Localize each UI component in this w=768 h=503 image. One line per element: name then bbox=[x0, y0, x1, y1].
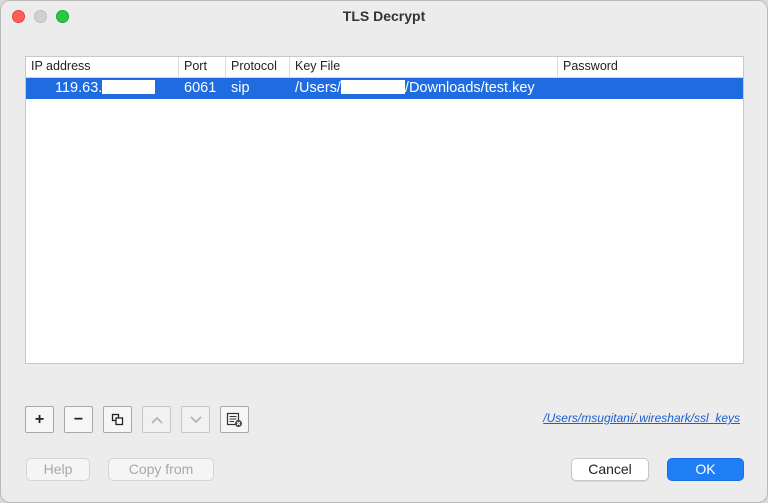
copy-from-button[interactable]: Copy from bbox=[108, 458, 214, 481]
column-header-password[interactable]: Password bbox=[558, 57, 744, 77]
column-header-key-file[interactable]: Key File bbox=[290, 57, 558, 77]
redacted-block bbox=[340, 80, 405, 95]
keylog-file-link[interactable]: /Users/msugitani/.wireshark/ssl_keys bbox=[543, 411, 740, 425]
cell-ip-address[interactable]: 119.63. bbox=[55, 78, 156, 99]
table-header: IP address Port Protocol Key File Passwo… bbox=[26, 57, 743, 78]
column-header-protocol[interactable]: Protocol bbox=[226, 57, 290, 77]
cell-port[interactable]: 6061 bbox=[184, 78, 216, 99]
add-entry-button[interactable]: + bbox=[25, 406, 54, 433]
plus-icon: + bbox=[34, 410, 45, 428]
cell-key-file[interactable]: /Users/ /Downloads/test.key bbox=[295, 78, 535, 99]
clear-list-icon bbox=[226, 412, 242, 427]
tls-keys-table[interactable]: IP address Port Protocol Key File Passwo… bbox=[25, 56, 744, 364]
move-down-button[interactable] bbox=[181, 406, 210, 433]
copy-entry-button[interactable] bbox=[103, 406, 132, 433]
chevron-down-icon bbox=[189, 415, 202, 423]
tls-decrypt-dialog: TLS Decrypt IP address Port Protocol Key… bbox=[0, 0, 768, 503]
column-header-port[interactable]: Port bbox=[179, 57, 226, 77]
redacted-block bbox=[102, 80, 156, 95]
column-header-ip-address[interactable]: IP address bbox=[26, 57, 179, 77]
key-file-suffix: /Downloads/test.key bbox=[404, 80, 535, 96]
move-up-button[interactable] bbox=[142, 406, 171, 433]
ip-address-text: 119.63. bbox=[55, 80, 103, 96]
remove-entry-button[interactable]: − bbox=[64, 406, 93, 433]
window-title: TLS Decrypt bbox=[342, 8, 426, 24]
cell-protocol[interactable]: sip bbox=[231, 78, 250, 99]
help-button[interactable]: Help bbox=[26, 458, 90, 481]
ok-button[interactable]: OK bbox=[667, 458, 744, 481]
table-row[interactable]: 119.63. 6061 sip /Users/ /Downloads/test.… bbox=[26, 78, 743, 99]
chevron-up-icon bbox=[150, 416, 163, 424]
cancel-button[interactable]: Cancel bbox=[571, 458, 649, 481]
minus-icon: − bbox=[73, 410, 84, 428]
clear-entries-button[interactable] bbox=[220, 406, 249, 433]
key-file-prefix: /Users/ bbox=[295, 80, 341, 96]
title-bar: TLS Decrypt bbox=[1, 1, 767, 33]
copy-icon bbox=[111, 413, 124, 426]
